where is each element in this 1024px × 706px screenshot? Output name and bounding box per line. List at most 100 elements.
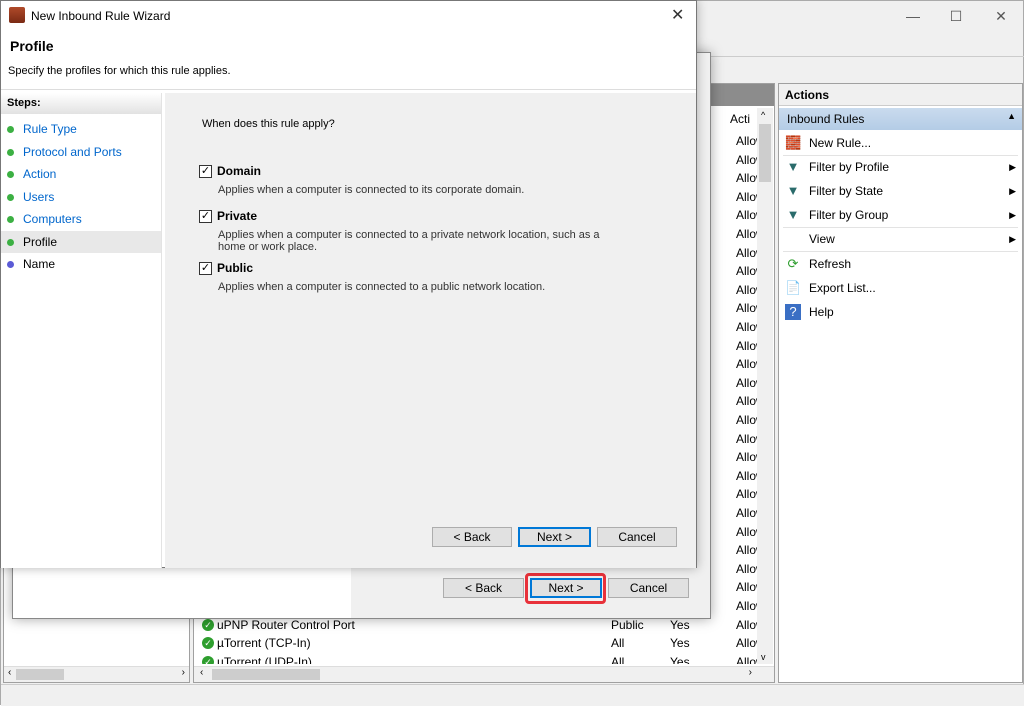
step-status-icon [7, 193, 14, 201]
steps-label: Steps: [1, 93, 161, 114]
action-label: Refresh [809, 257, 852, 271]
private-description: Applies when a computer is connected to … [218, 229, 600, 253]
action-filter-by-state[interactable]: ▼ Filter by State ▶ [779, 179, 1022, 203]
back-button[interactable]: < Back [432, 527, 512, 547]
rule-profile: All [611, 636, 625, 651]
rule-action: Allow [736, 580, 758, 595]
vertical-scrollbar[interactable]: ^ v [757, 108, 773, 664]
close-button[interactable]: ✕ [986, 5, 1016, 27]
step-profile[interactable]: Profile [1, 230, 161, 253]
action-view[interactable]: View ▶ [779, 227, 1022, 251]
help-icon: ? [785, 304, 801, 320]
left-horizontal-scrollbar[interactable]: ‹ › [4, 666, 189, 682]
rule-action: Allow [736, 171, 758, 186]
submenu-arrow-icon: ▶ [1009, 186, 1016, 196]
rule-row[interactable]: ✓µTorrent (UDP-In) All Yes Allow [194, 653, 759, 664]
step-name[interactable]: Name [1, 253, 161, 275]
rule-action: Allow [736, 301, 758, 316]
rule-action: Allow [736, 338, 758, 353]
step-label: Name [23, 257, 56, 271]
submenu-arrow-icon: ▶ [1009, 162, 1016, 172]
actions-pane: Actions Inbound Rules ▲ 🧱 New Rule... ▼ Fil… [778, 83, 1023, 683]
wizard-close-button[interactable]: ✕ [671, 5, 684, 25]
rule-action: Allow [736, 320, 758, 334]
step-label: Computers [23, 212, 82, 226]
public-description: Applies when a computer is connected to … [218, 281, 546, 293]
next-button[interactable]: Next > [518, 527, 591, 547]
submenu-arrow-icon: ▶ [1009, 234, 1016, 244]
rule-action: Allow [736, 543, 758, 558]
rule-action: Allow [736, 487, 758, 502]
rule-action: Allow [736, 450, 758, 465]
step-status-icon [7, 126, 14, 133]
column-header-action[interactable]: Acti [730, 112, 750, 126]
rule-action: Allow [736, 264, 758, 279]
status-bar [1, 684, 1024, 706]
cancel-button[interactable]: Cancel [597, 527, 677, 547]
action-help[interactable]: ? Help [779, 300, 1022, 324]
enabled-check-icon: ✓ [202, 618, 214, 631]
step-status-icon [7, 238, 14, 246]
action-label: Help [809, 305, 834, 319]
rule-name: µTorrent (TCP-In) [217, 636, 311, 651]
action-refresh[interactable]: ⟳ Refresh [779, 252, 1022, 276]
rule-action: Allow [736, 245, 758, 260]
rule-name: µTorrent (UDP-In) [217, 654, 312, 664]
step-status-icon [7, 148, 14, 156]
actions-list: 🧱 New Rule... ▼ Filter by Profile ▶ ▼ Filter b… [779, 131, 1022, 331]
cancel-button-behind[interactable]: Cancel [608, 578, 689, 598]
step-label: Protocol and Ports [23, 144, 122, 159]
rule-action: Allow [736, 617, 758, 632]
step-status-icon [7, 261, 14, 268]
collapse-icon[interactable]: ▲ [1007, 111, 1016, 121]
rule-action: Allow [736, 524, 758, 539]
rule-action: Allow [736, 134, 758, 148]
step-rule-type[interactable]: Rule Type [1, 118, 161, 140]
rule-action: Allow [736, 227, 758, 241]
action-export-list[interactable]: 📄 Export List... [779, 276, 1022, 300]
wizard-title: New Inbound Rule Wizard [31, 9, 171, 23]
rule-action: Allow [736, 431, 758, 446]
steps-pane: Steps: Rule Type Protocol and Ports Action… [1, 93, 162, 568]
enabled-check-icon: ✓ [202, 655, 214, 664]
action-new-rule[interactable]: 🧱 New Rule... [779, 131, 1022, 155]
export-icon: 📄 [785, 280, 802, 295]
step-users[interactable]: Users [1, 186, 161, 208]
rule-action: Allow [736, 561, 758, 576]
page-subheading: Specify the profiles for which this rule… [8, 65, 231, 77]
step-protocol-and-ports[interactable]: Protocol and Ports [1, 141, 161, 163]
action-filter-by-group[interactable]: ▼ Filter by Group ▶ [779, 203, 1022, 227]
next-button-highlight [525, 573, 606, 604]
steps-pane-behind [13, 568, 351, 618]
firewall-icon [9, 7, 25, 23]
action-label: Filter by State [809, 184, 884, 198]
rule-row[interactable]: ✓µTorrent (TCP-In) All Yes Allow [194, 634, 759, 653]
action-label: Export List... [809, 281, 876, 295]
actions-section-inbound-rules[interactable]: Inbound Rules ▲ [779, 108, 1022, 130]
step-action[interactable]: Action [1, 163, 161, 185]
action-filter-by-profile[interactable]: ▼ Filter by Profile ▶ [779, 155, 1022, 179]
domain-label: Domain [217, 164, 262, 178]
rule-enabled: Yes [670, 654, 690, 664]
rule-action: Allow [736, 654, 758, 664]
section-label: Inbound Rules [787, 112, 865, 126]
rules-horizontal-scrollbar[interactable]: ‹ › [194, 666, 774, 682]
maximize-button[interactable]: ☐ [941, 5, 971, 27]
public-checkbox[interactable]: ✓ [199, 262, 212, 275]
back-button-behind[interactable]: < Back [443, 578, 524, 598]
minimize-button[interactable]: — [898, 5, 928, 27]
rule-action: Allow [736, 282, 758, 297]
step-computers[interactable]: Computers [1, 208, 161, 230]
domain-checkbox[interactable]: ✓ [199, 165, 212, 178]
content-area: When does this rule apply? ✓ Domain Appl… [165, 93, 696, 568]
step-status-icon [7, 171, 14, 178]
action-label: View [809, 232, 835, 246]
private-checkbox[interactable]: ✓ [199, 210, 212, 223]
rule-action: Allow [736, 636, 758, 651]
page-heading: Profile [10, 38, 54, 54]
action-label: Filter by Group [809, 208, 889, 222]
rule-action: Allow [736, 152, 758, 167]
rule-action: Allow [736, 413, 758, 427]
action-label: New Rule... [809, 136, 872, 150]
question-label: When does this rule apply? [202, 118, 335, 130]
